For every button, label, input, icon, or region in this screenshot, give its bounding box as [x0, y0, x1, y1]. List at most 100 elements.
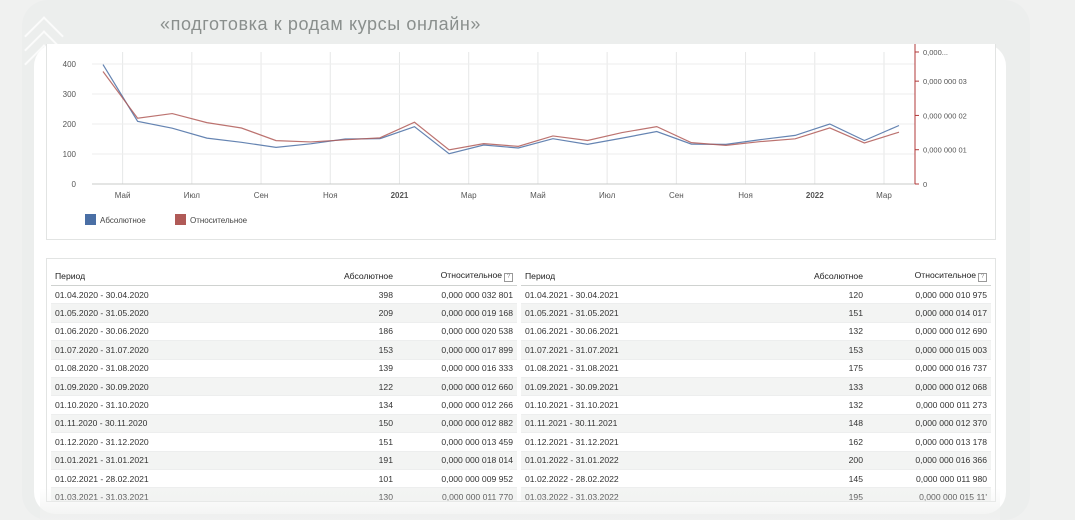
y-right-tick-label: 0,000 000 03: [923, 77, 967, 86]
x-tick-label: 2021: [391, 191, 409, 200]
cell-period: 01.08.2021 - 31.08.2021: [521, 359, 759, 378]
header-relative[interactable]: Относительное?: [867, 267, 991, 286]
cell-relative: 0,000 000 011 273: [867, 395, 991, 415]
cell-period: 01.10.2021 - 31.10.2021: [521, 395, 759, 415]
cell-relative: 0,000 000 011 980: [867, 469, 991, 489]
cell-period: 01.04.2020 - 30.04.2020: [51, 285, 289, 305]
cell-period: 01.02.2021 - 28.02.2021: [51, 469, 289, 489]
cell-absolute: 134: [289, 395, 397, 415]
x-tick-label: Июл: [184, 191, 201, 200]
cell-period: 01.06.2020 - 30.06.2020: [51, 322, 289, 342]
cell-relative: 0,000 000 032 801: [397, 285, 517, 305]
table-row: 01.02.2022 - 28.02.2022 145 0,000 000 011 …: [521, 469, 991, 489]
cell-absolute: 191: [289, 451, 397, 470]
cell-relative: 0,000 000 012 882: [397, 414, 517, 434]
table-row: 01.02.2021 - 28.02.2021 101 0,000 000 009 …: [51, 469, 517, 489]
table-row: 01.11.2021 - 30.11.2021 148 0,000 000 012 …: [521, 414, 991, 434]
table-row: 01.04.2021 - 30.04.2021 120 0,000 000 010 …: [521, 285, 991, 305]
cell-relative: 0,000 000 009 952: [397, 469, 517, 489]
table-row: 01.01.2022 - 31.01.2022 200 0,000 000 016 …: [521, 451, 991, 470]
cell-absolute: 186: [289, 322, 397, 342]
x-tick-label: Мар: [461, 191, 477, 200]
y-left-tick-label: 400: [63, 60, 77, 69]
cell-relative: 0,000 000 012 370: [867, 414, 991, 434]
legend-label: Абсолютное: [100, 216, 146, 225]
x-tick-label: Сен: [254, 191, 269, 200]
line-chart: 0 100 200 300 400 0 0,000 000 01 0,000 000 02 0,…: [63, 44, 967, 225]
x-tick-label: Ноя: [323, 191, 338, 200]
cell-period: 01.09.2021 - 30.09.2021: [521, 377, 759, 397]
cell-period: 01.12.2020 - 31.12.2020: [51, 432, 289, 452]
table-row: 01.06.2021 - 30.06.2021 132 0,000 000 012 …: [521, 322, 991, 342]
header-period[interactable]: Период: [521, 267, 759, 286]
cell-period: 01.04.2021 - 30.04.2021: [521, 285, 759, 305]
data-table-panel: Период Абсолютное Относительное? 01.04.2…: [46, 258, 996, 502]
cell-period: 01.07.2020 - 31.07.2020: [51, 340, 289, 360]
table-header-row: Период Абсолютное Относительное?: [521, 267, 991, 286]
cell-absolute: 139: [289, 359, 397, 378]
cell-period: 01.01.2022 - 31.01.2022: [521, 451, 759, 470]
y-right-tick-label: 0,000 000 02: [923, 111, 967, 120]
cell-period: 01.08.2020 - 31.08.2020: [51, 359, 289, 378]
cell-absolute: 132: [759, 322, 867, 342]
cell-relative: 0,000 000 012 690: [867, 322, 991, 342]
table-header-row: Период Абсолютное Относительное?: [51, 267, 517, 286]
cell-period: 01.11.2020 - 30.11.2020: [51, 414, 289, 434]
y-left-tick-label: 300: [63, 90, 77, 99]
table-row: 01.12.2021 - 31.12.2021 162 0,000 000 013 …: [521, 432, 991, 452]
table-row: 01.05.2021 - 31.05.2021 151 0,000 000 014 …: [521, 303, 991, 323]
table-row: 01.05.2020 - 31.05.2020 209 0,000 000 019 …: [51, 303, 517, 323]
cell-period: 01.09.2020 - 30.09.2020: [51, 377, 289, 397]
header-period[interactable]: Период: [51, 267, 289, 286]
cell-period: 01.05.2021 - 31.05.2021: [521, 303, 759, 323]
x-tick-label: 2022: [806, 191, 824, 200]
table-row: 01.08.2021 - 31.08.2021 175 0,000 000 016 …: [521, 359, 991, 378]
page-title: «подготовка к родам курсы онлайн»: [160, 14, 482, 34]
cell-relative: 0,000 000 010 975: [867, 285, 991, 305]
table-right: Период Абсолютное Относительное? 01.04.2…: [521, 267, 991, 501]
cell-period: 01.02.2022 - 28.02.2022: [521, 469, 759, 489]
cell-relative: 0,000 000 012 068: [867, 377, 991, 397]
cell-period: 01.07.2021 - 31.07.2021: [521, 340, 759, 360]
table-row: 01.07.2020 - 31.07.2020 153 0,000 000 017 …: [51, 340, 517, 360]
cell-relative: 0,000 000 016 333: [397, 359, 517, 378]
series-line-relative: [102, 71, 900, 151]
cell-absolute: 209: [289, 303, 397, 323]
y-right-tick-label: 0,000...: [923, 48, 948, 57]
cell-period: 01.05.2020 - 31.05.2020: [51, 303, 289, 323]
cell-relative: 0,000 000 017 899: [397, 340, 517, 360]
x-tick-label: Мар: [876, 191, 892, 200]
cell-absolute: 148: [759, 414, 867, 434]
cell-absolute: 398: [289, 285, 397, 305]
table-row: 01.06.2020 - 30.06.2020 186 0,000 000 020 …: [51, 322, 517, 342]
cell-relative: 0,000 000 013 459: [397, 432, 517, 452]
cell-absolute: 133: [759, 377, 867, 397]
header-absolute[interactable]: Абсолютное: [289, 267, 397, 286]
y-left-tick-label: 100: [63, 150, 77, 159]
cell-relative: 0,000 000 016 737: [867, 359, 991, 378]
cell-period: 01.10.2020 - 31.10.2020: [51, 395, 289, 415]
cell-absolute: 175: [759, 359, 867, 378]
table-row: 01.01.2021 - 31.01.2021 191 0,000 000 018 …: [51, 451, 517, 470]
cell-absolute: 145: [759, 469, 867, 489]
info-icon[interactable]: ?: [504, 273, 513, 282]
x-tick-label: Июл: [599, 191, 616, 200]
info-icon[interactable]: ?: [978, 273, 987, 282]
header-relative[interactable]: Относительное?: [397, 267, 517, 286]
cell-absolute: 153: [289, 340, 397, 360]
x-tick-label: Май: [530, 191, 546, 200]
table-row: 01.04.2020 - 30.04.2020 398 0,000 000 032 …: [51, 285, 517, 305]
table-row: 01.08.2020 - 31.08.2020 139 0,000 000 016 …: [51, 359, 517, 378]
cell-period: 01.12.2021 - 31.12.2021: [521, 432, 759, 452]
table-row: 01.12.2020 - 31.12.2020 151 0,000 000 013 …: [51, 432, 517, 452]
header-absolute[interactable]: Абсолютное: [759, 267, 867, 286]
table-row: 01.10.2020 - 31.10.2020 134 0,000 000 012 …: [51, 395, 517, 415]
x-tick-label: Ноя: [738, 191, 753, 200]
cell-absolute: 200: [759, 451, 867, 470]
cell-relative: 0,000 000 012 660: [397, 377, 517, 397]
cell-absolute: 151: [759, 303, 867, 323]
y-left-tick-label: 0: [72, 180, 77, 189]
cell-absolute: 153: [759, 340, 867, 360]
table-row: 01.10.2021 - 31.10.2021 132 0,000 000 011 …: [521, 395, 991, 415]
cell-period: 01.11.2021 - 30.11.2021: [521, 414, 759, 434]
